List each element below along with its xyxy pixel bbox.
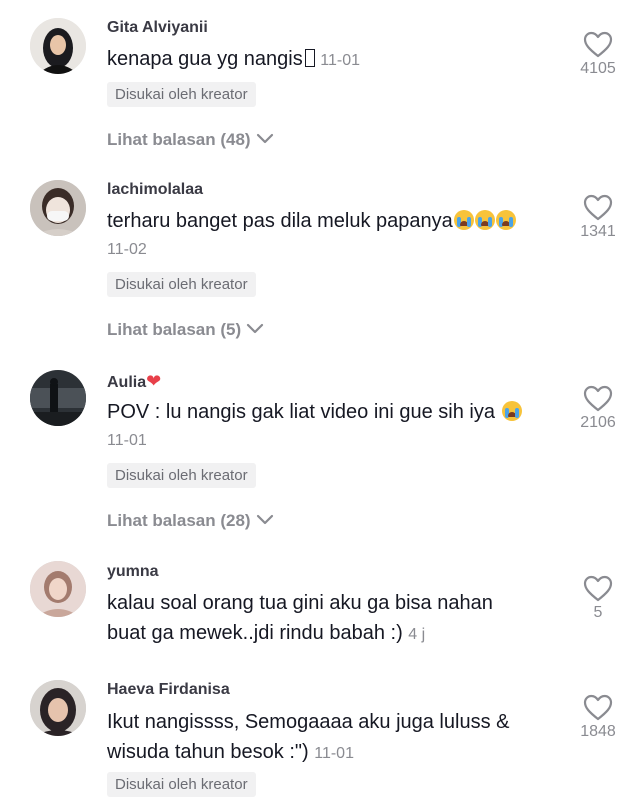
like-button[interactable]: 4105: [574, 31, 622, 78]
comment-text-body: terharu banget pas dila meluk papanya: [107, 210, 453, 232]
chevron-down-icon: [246, 320, 264, 340]
avatar[interactable]: [30, 370, 86, 426]
view-replies-button[interactable]: Lihat balasan (5): [107, 320, 264, 340]
like-button[interactable]: 2106: [574, 385, 622, 432]
like-count: 5: [593, 604, 603, 621]
like-button[interactable]: 5: [574, 575, 622, 622]
comment-text-line-2: buat ga mewek..jdi rindu babah :) 4 j: [107, 618, 547, 650]
comment-text-body: POV : lu nangis gak liat video ini gue s…: [107, 401, 495, 423]
loudly-crying-face-emoji: [495, 210, 516, 230]
like-count: 1848: [580, 723, 616, 740]
like-count: 4105: [580, 60, 616, 77]
heart-outline-icon: [583, 694, 613, 721]
view-replies-label: Lihat balasan (28): [107, 511, 251, 530]
loudly-crying-face-emoji: [501, 401, 522, 421]
liked-by-creator-badge: Disukai oleh kreator: [107, 463, 256, 488]
comment-text: kalau soal orang tua gini aku ga bisa na…: [107, 588, 547, 650]
heart-outline-icon: [583, 31, 613, 58]
avatar[interactable]: [30, 561, 86, 617]
comment-text-body: kenapa gua yg nangis: [107, 48, 303, 70]
comment-date: 11-01: [107, 432, 147, 449]
comment-text-line: kalau soal orang tua gini aku ga bisa na…: [107, 592, 493, 614]
avatar[interactable]: [30, 680, 86, 736]
username[interactable]: yumna: [107, 563, 159, 581]
comment-date: 4 j: [408, 626, 426, 643]
liked-by-creator-badge: Disukai oleh kreator: [107, 772, 256, 797]
comment-text-body: buat ga mewek..jdi rindu babah :): [107, 622, 403, 644]
username[interactable]: Haeva Firdanisa: [107, 681, 230, 699]
comment-date: 11-02: [107, 241, 147, 258]
username[interactable]: Gita Alviyanii: [107, 19, 208, 37]
like-count: 2106: [580, 414, 616, 431]
loudly-crying-face-emoji: [474, 210, 495, 230]
liked-by-creator-badge: Disukai oleh kreator: [107, 272, 256, 297]
comment-date: 11-01: [320, 52, 361, 69]
view-replies-button[interactable]: Lihat balasan (28): [107, 511, 274, 531]
comment-text-line-2: wisuda tahun besok :") 11-01: [107, 737, 547, 769]
comment-date: 11-01: [314, 745, 354, 762]
red-heart-emoji: ❤: [146, 371, 162, 391]
like-count: 1341: [580, 223, 616, 240]
heart-outline-icon: [583, 385, 613, 412]
chevron-down-icon: [256, 130, 274, 150]
liked-by-creator-badge: Disukai oleh kreator: [107, 82, 256, 107]
view-replies-label: Lihat balasan (48): [107, 130, 251, 149]
like-button[interactable]: 1341: [574, 194, 622, 241]
like-button[interactable]: 1848: [574, 694, 622, 741]
comment-text: kenapa gua yg nangis 11-01: [107, 44, 547, 76]
missing-glyph: [304, 49, 315, 67]
comment-text-body: wisuda tahun besok :"): [107, 741, 309, 763]
loudly-crying-face-emoji: [453, 210, 474, 230]
comment-text: Ikut nangissss, Semogaaaa aku juga lulus…: [107, 707, 547, 769]
heart-outline-icon: [583, 194, 613, 221]
comment-text: terharu banget pas dila meluk papanya: [107, 206, 567, 236]
username[interactable]: lachimolalaa: [107, 181, 203, 199]
view-replies-label: Lihat balasan (5): [107, 320, 242, 339]
comment-text: POV : lu nangis gak liat video ini gue s…: [107, 397, 577, 427]
avatar[interactable]: [30, 18, 86, 74]
chevron-down-icon: [256, 511, 274, 531]
view-replies-button[interactable]: Lihat balasan (48): [107, 130, 274, 150]
username[interactable]: Aulia❤: [107, 371, 161, 392]
heart-outline-icon: [583, 575, 613, 602]
comment-text-line: Ikut nangissss, Semogaaaa aku juga lulus…: [107, 711, 510, 733]
username-label: Aulia: [107, 374, 147, 391]
avatar[interactable]: [30, 180, 86, 236]
